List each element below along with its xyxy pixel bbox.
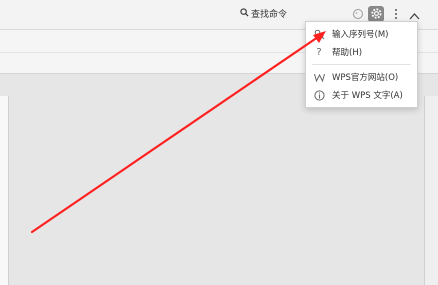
search-icon bbox=[240, 7, 249, 20]
document-page-right-edge bbox=[424, 96, 438, 285]
menu-item-label: 关于 WPS 文字(A) bbox=[332, 91, 403, 101]
question-icon: ? bbox=[316, 46, 322, 58]
skin-button[interactable] bbox=[350, 6, 366, 22]
menu-item-about[interactable]: 关于 WPS 文字(A) bbox=[306, 86, 417, 104]
menu-item-enter-serial[interactable]: 输入序列号(M) bbox=[306, 25, 417, 43]
settings-dropdown-menu: 输入序列号(M) ? 帮助(H) WPS官方网站(O) 关于 WPS 文字(A) bbox=[305, 21, 418, 108]
menu-separator bbox=[312, 64, 411, 65]
menu-item-help[interactable]: ? 帮助(H) bbox=[306, 43, 417, 61]
menu-item-label: WPS官方网站(O) bbox=[332, 73, 399, 83]
more-button[interactable] bbox=[388, 6, 404, 22]
search-label: 查找命令 bbox=[251, 10, 288, 20]
info-icon bbox=[313, 89, 325, 101]
document-page-left-edge bbox=[0, 96, 9, 285]
menu-item-label: 帮助(H) bbox=[332, 48, 363, 58]
command-search[interactable]: 查找命令 bbox=[240, 7, 287, 20]
wps-logo-icon bbox=[313, 71, 325, 83]
collapse-ribbon-button[interactable] bbox=[406, 6, 422, 22]
key-icon bbox=[313, 28, 325, 40]
menu-item-wps-website[interactable]: WPS官方网站(O) bbox=[306, 68, 417, 86]
settings-button[interactable] bbox=[368, 6, 384, 22]
menu-item-label: 输入序列号(M) bbox=[332, 30, 389, 40]
